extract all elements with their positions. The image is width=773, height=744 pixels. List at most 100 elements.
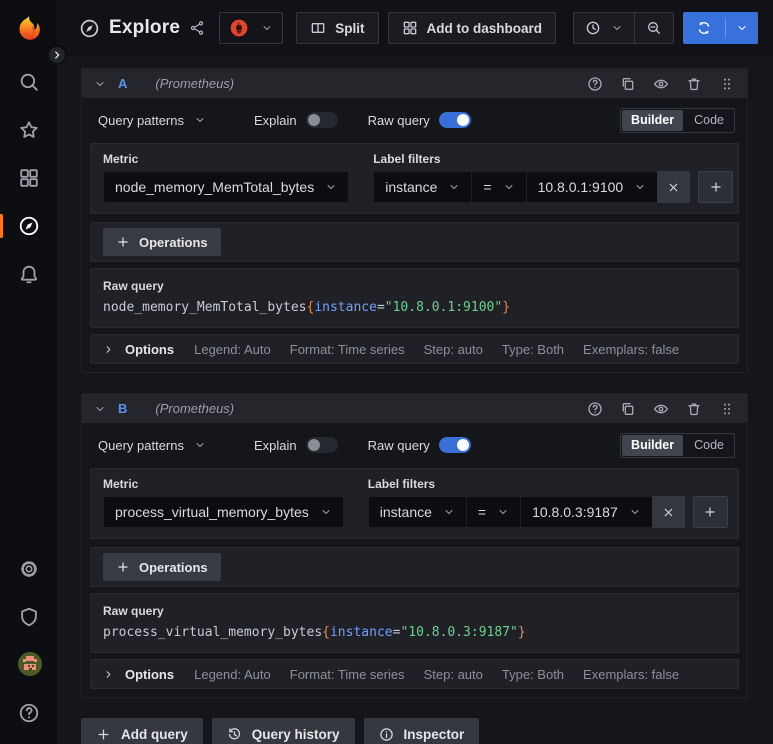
avatar-image xyxy=(17,652,42,676)
query-editor-a-header[interactable]: A (Prometheus) xyxy=(82,69,747,98)
filter-value-select[interactable]: 10.8.0.3:9187 xyxy=(520,496,652,528)
metric-select[interactable]: node_memory_MemTotal_bytes xyxy=(103,171,350,203)
grafana-logo-icon[interactable] xyxy=(14,12,44,42)
duplicate-query-icon[interactable] xyxy=(620,76,636,92)
remove-filter-button[interactable] xyxy=(651,496,685,528)
explore-icon xyxy=(79,18,100,39)
query-datasource-name: (Prometheus) xyxy=(155,401,235,416)
explain-label: Explain xyxy=(254,437,297,453)
query-options-row[interactable]: Options Legend: Auto Format: Time series… xyxy=(90,334,739,364)
explore-toolbar-bottom: Add query Query history Inspector xyxy=(81,718,748,744)
help-icon[interactable] xyxy=(587,76,603,92)
sidebar-item-starred[interactable] xyxy=(18,119,40,141)
split-button[interactable]: Split xyxy=(296,12,379,44)
disable-query-eye-icon[interactable] xyxy=(653,76,669,92)
builder-mode-tab[interactable]: Builder xyxy=(622,434,684,456)
disable-query-eye-icon[interactable] xyxy=(653,401,669,417)
add-to-dashboard-button[interactable]: Add to dashboard xyxy=(387,12,556,44)
operations-label: Operations xyxy=(139,559,208,575)
page-title: Explore xyxy=(109,17,181,38)
option-format: Format: Time series xyxy=(289,341,405,357)
explain-toggle[interactable] xyxy=(305,437,338,453)
drag-handle-icon[interactable] xyxy=(719,401,735,417)
time-zoom-out-button[interactable] xyxy=(635,13,673,43)
editor-mode-switcher: Builder Code xyxy=(620,432,735,458)
code-mode-tab[interactable]: Code xyxy=(684,109,734,132)
close-icon xyxy=(669,183,678,191)
datasource-picker[interactable] xyxy=(219,12,284,44)
chevron-down-icon xyxy=(320,506,332,518)
options-label: Options xyxy=(125,666,175,682)
zoom-out-icon xyxy=(648,22,660,34)
add-filter-button[interactable] xyxy=(692,496,728,528)
duplicate-query-icon[interactable] xyxy=(620,401,636,417)
explain-toggle[interactable] xyxy=(305,112,338,128)
sidebar-item-server-admin[interactable] xyxy=(18,606,40,628)
filter-operator-select[interactable]: = xyxy=(471,171,526,203)
query-patterns-label: Query patterns xyxy=(98,437,184,453)
chevron-down-icon xyxy=(611,22,623,34)
sidebar xyxy=(0,0,67,744)
add-query-label: Add query xyxy=(121,726,188,742)
collapse-chevron-icon[interactable] xyxy=(94,403,106,415)
filter-operator-value: = xyxy=(483,179,492,195)
query-editor-b-header[interactable]: B (Prometheus) xyxy=(82,394,747,423)
filter-key-select[interactable]: instance xyxy=(367,496,466,528)
user-avatar[interactable] xyxy=(17,652,42,676)
sidebar-item-help[interactable] xyxy=(18,702,40,724)
label-filters-field: Label filters instance = 10.8.0.3:9187 xyxy=(367,477,728,528)
explain-label: Explain xyxy=(254,112,297,128)
collapse-chevron-icon[interactable] xyxy=(94,78,106,90)
inspector-button[interactable]: Inspector xyxy=(363,718,480,744)
sidebar-item-configuration[interactable] xyxy=(18,558,40,580)
query-patterns-dropdown[interactable]: Query patterns xyxy=(94,438,210,453)
label-filters-label: Label filters xyxy=(373,152,441,166)
filter-operator-value: = xyxy=(477,504,487,520)
explore-content: A (Prometheus) Query patterns Explain Ra… xyxy=(57,56,773,744)
editor-mode-switcher: Builder Code xyxy=(620,107,735,133)
raw-query-toggle[interactable] xyxy=(438,112,471,128)
metric-select[interactable]: process_virtual_memory_bytes xyxy=(103,496,344,528)
refresh-button[interactable] xyxy=(683,12,725,44)
query-editor-a: A (Prometheus) Query patterns Explain Ra… xyxy=(81,68,748,373)
sidebar-item-search[interactable] xyxy=(18,71,40,93)
operations-label: Operations xyxy=(139,234,208,250)
code-mode-tab[interactable]: Code xyxy=(684,434,734,457)
query-options-row[interactable]: Options Legend: Auto Format: Time series… xyxy=(90,659,739,689)
add-operations-button[interactable]: Operations xyxy=(103,228,221,256)
sidebar-item-alerting[interactable] xyxy=(18,263,40,285)
refresh-interval-dropdown[interactable] xyxy=(726,12,758,44)
query-history-button[interactable]: Query history xyxy=(211,718,355,744)
add-query-button[interactable]: Add query xyxy=(81,718,203,744)
prometheus-icon xyxy=(229,18,249,38)
sidebar-item-dashboards[interactable] xyxy=(18,167,40,189)
metric-label: Metric xyxy=(103,477,139,491)
add-operations-button[interactable]: Operations xyxy=(103,553,221,581)
info-circle-icon xyxy=(379,727,393,741)
sync-icon xyxy=(698,21,710,35)
add-filter-button[interactable] xyxy=(698,171,734,203)
options-label: Options xyxy=(125,341,175,357)
query-patterns-dropdown[interactable]: Query patterns xyxy=(94,113,210,128)
raw-query-toggle[interactable] xyxy=(438,437,471,453)
filter-operator-select[interactable]: = xyxy=(465,496,521,528)
label-filters-field: Label filters instance = 10.8.0.1:9100 xyxy=(373,152,734,203)
filter-value-select[interactable]: 10.8.0.1:9100 xyxy=(525,171,658,203)
chevron-down-icon xyxy=(194,439,206,451)
filter-key-select[interactable]: instance xyxy=(373,171,472,203)
sidebar-expand-button[interactable] xyxy=(47,45,67,65)
drag-handle-icon[interactable] xyxy=(719,76,735,92)
sidebar-item-explore[interactable] xyxy=(18,215,40,237)
remove-query-trash-icon[interactable] xyxy=(686,76,702,92)
time-picker-button[interactable] xyxy=(574,13,634,43)
raw-query-toggle-label: Raw query xyxy=(367,437,430,453)
builder-mode-tab[interactable]: Builder xyxy=(622,109,684,131)
remove-query-trash-icon[interactable] xyxy=(686,401,702,417)
remove-filter-button[interactable] xyxy=(657,171,691,203)
query-editor-b: B (Prometheus) Query patterns Explain Ra… xyxy=(81,393,748,698)
help-icon[interactable] xyxy=(587,401,603,417)
add-to-dashboard-label: Add to dashboard xyxy=(426,20,543,36)
share-icon[interactable] xyxy=(189,20,205,36)
raw-query-expression: process_virtual_memory_bytes{instance="1… xyxy=(103,625,526,640)
option-legend: Legend: Auto xyxy=(194,341,271,357)
